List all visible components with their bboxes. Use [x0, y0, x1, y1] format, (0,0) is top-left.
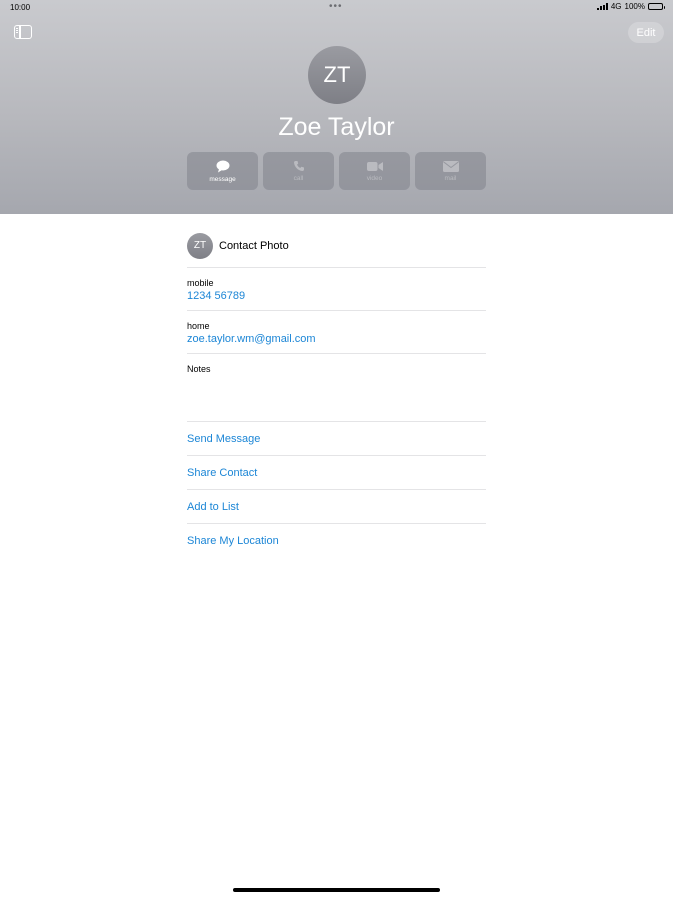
phone-number[interactable]: 1234 56789 [187, 290, 486, 302]
status-time: 10:00 [10, 3, 31, 12]
notes-label: Notes [187, 364, 211, 374]
edit-button[interactable]: Edit [628, 22, 664, 43]
mobile-field[interactable]: mobile 1234 56789 [187, 268, 486, 311]
call-button[interactable]: call [263, 152, 334, 190]
video-icon [366, 161, 383, 171]
call-label: call [293, 175, 304, 182]
message-label: message [209, 175, 236, 183]
field-label: home [187, 321, 210, 331]
signal-icon [596, 3, 608, 10]
message-button[interactable]: message [187, 152, 258, 190]
video-button[interactable]: video [339, 152, 410, 190]
contact-photo-row[interactable]: ZT Contact Photo [187, 230, 486, 268]
phone-icon [293, 161, 304, 171]
add-to-list-link[interactable]: Add to List [187, 490, 486, 524]
send-message-link[interactable]: Send Message [187, 422, 486, 456]
status-indicators: 4G 100% [596, 2, 665, 11]
contact-photo-label: Contact Photo [219, 239, 289, 252]
network-type: 4G [610, 2, 622, 11]
share-contact-link[interactable]: Share Contact [187, 456, 486, 490]
battery-icon [648, 3, 665, 10]
share-location-link[interactable]: Share My Location [187, 524, 486, 558]
contact-header: 10:00 ••• 4G 100% Edit ZT Zoe Taylor mes… [0, 0, 673, 214]
notes-field[interactable]: Notes [187, 354, 486, 422]
home-indicator[interactable] [233, 888, 440, 892]
video-label: video [366, 174, 383, 182]
mail-icon [442, 160, 459, 172]
contact-name: Zoe Taylor [278, 113, 395, 141]
email-field[interactable]: home zoe.taylor.wm@gmail.com [187, 311, 486, 354]
email-address[interactable]: zoe.taylor.wm@gmail.com [187, 333, 486, 345]
mail-button[interactable]: mail [415, 152, 486, 190]
contact-details: ZT Contact Photo mobile 1234 56789 home … [187, 230, 486, 558]
avatar-small: ZT [187, 232, 213, 259]
action-buttons: message call video mail [187, 152, 486, 190]
avatar: ZT [308, 46, 366, 104]
message-icon [216, 160, 229, 172]
sidebar-toggle-icon[interactable] [14, 25, 32, 39]
mail-label: mail [444, 174, 457, 182]
field-label: mobile [187, 278, 214, 288]
multitasking-dots[interactable]: ••• [329, 1, 343, 12]
battery-percent: 100% [624, 2, 645, 11]
